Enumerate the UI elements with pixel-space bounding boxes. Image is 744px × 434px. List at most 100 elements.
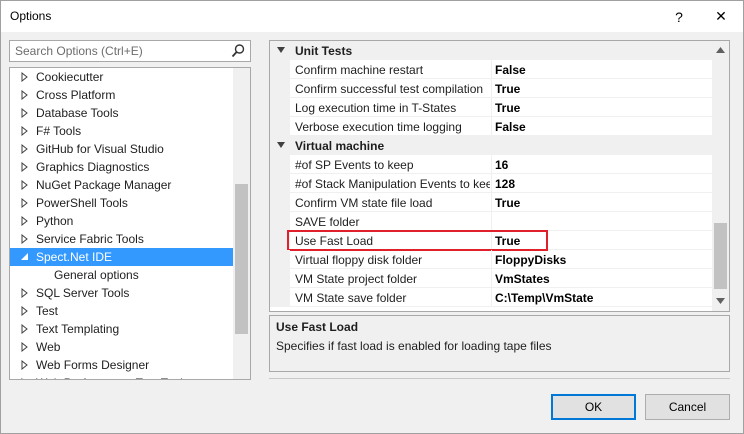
column-divider bbox=[491, 212, 492, 231]
tree-item[interactable]: Graphics Diagnostics bbox=[10, 158, 233, 176]
collapsed-arrow-icon[interactable] bbox=[21, 360, 29, 370]
collapsed-arrow-icon[interactable] bbox=[21, 234, 29, 244]
tree-item[interactable]: Database Tools bbox=[10, 104, 233, 122]
property-row[interactable]: Confirm machine restart False bbox=[270, 60, 713, 79]
tree-child-item[interactable]: General options bbox=[10, 266, 233, 284]
collapse-arrow-icon[interactable] bbox=[276, 141, 286, 149]
tree-item[interactable]: SQL Server Tools bbox=[10, 284, 233, 302]
tree-item-label: Web Performance Test Tools bbox=[36, 376, 189, 379]
tree-item[interactable]: Service Fabric Tools bbox=[10, 230, 233, 248]
tree-item[interactable]: Web Forms Designer bbox=[10, 356, 233, 374]
tree-item-label: Service Fabric Tools bbox=[36, 232, 144, 246]
collapsed-arrow-icon[interactable] bbox=[21, 324, 29, 334]
property-value[interactable]: FloppyDisks bbox=[495, 253, 566, 267]
highlight-box bbox=[287, 230, 548, 251]
property-value[interactable]: True bbox=[495, 82, 520, 96]
tree-scrollbar-thumb[interactable] bbox=[235, 184, 248, 334]
tree-item[interactable]: NuGet Package Manager bbox=[10, 176, 233, 194]
property-name[interactable]: #of SP Events to keep bbox=[295, 158, 490, 172]
grid-category[interactable]: Virtual machine bbox=[270, 136, 713, 155]
grid-scrollbar-thumb[interactable] bbox=[714, 223, 727, 289]
grid-category[interactable]: Unit Tests bbox=[270, 41, 713, 60]
property-value[interactable]: True bbox=[495, 196, 520, 210]
property-row[interactable]: Verbose execution time logging False bbox=[270, 117, 713, 136]
property-value[interactable]: 128 bbox=[495, 177, 515, 191]
cancel-button[interactable]: Cancel bbox=[645, 394, 730, 420]
property-value[interactable]: False bbox=[495, 63, 526, 77]
column-divider bbox=[491, 193, 492, 212]
property-row[interactable]: VM State save folder C:\Temp\VmState bbox=[270, 288, 713, 307]
collapsed-arrow-icon[interactable] bbox=[21, 288, 29, 298]
tree-item[interactable]: Web Performance Test Tools bbox=[10, 374, 233, 380]
property-name[interactable]: #of Stack Manipulation Events to keep bbox=[295, 177, 490, 191]
collapse-arrow-icon[interactable] bbox=[276, 46, 286, 54]
property-name[interactable]: VM State project folder bbox=[295, 272, 490, 286]
property-value[interactable]: True bbox=[495, 101, 520, 115]
property-value[interactable]: False bbox=[495, 120, 526, 134]
collapsed-arrow-icon[interactable] bbox=[21, 306, 29, 316]
row-gutter bbox=[270, 98, 290, 117]
tree-item[interactable]: Test bbox=[10, 302, 233, 320]
tree-item[interactable]: PowerShell Tools bbox=[10, 194, 233, 212]
options-tree[interactable]: Cookiecutter Cross Platform Database Tools… bbox=[9, 67, 251, 380]
collapsed-arrow-icon[interactable] bbox=[21, 198, 29, 208]
search-input[interactable] bbox=[10, 41, 226, 61]
property-name[interactable]: Confirm VM state file load bbox=[295, 196, 490, 210]
property-row[interactable]: #of SP Events to keep 16 bbox=[270, 155, 713, 174]
property-value[interactable]: VmStates bbox=[495, 272, 550, 286]
tree-item[interactable]: GitHub for Visual Studio bbox=[10, 140, 233, 158]
collapsed-arrow-icon[interactable] bbox=[21, 342, 29, 352]
tree-item-label: Cookiecutter bbox=[36, 70, 104, 84]
search-icon[interactable] bbox=[230, 43, 246, 59]
collapsed-arrow-icon[interactable] bbox=[21, 162, 29, 172]
property-name[interactable]: Log execution time in T-States bbox=[295, 101, 490, 115]
ok-button[interactable]: OK bbox=[551, 394, 636, 420]
property-row[interactable]: VM State project folder VmStates bbox=[270, 269, 713, 288]
search-box[interactable] bbox=[9, 40, 251, 62]
property-value[interactable]: 16 bbox=[495, 158, 508, 172]
collapsed-arrow-icon[interactable] bbox=[21, 90, 29, 100]
scroll-up-icon[interactable] bbox=[716, 47, 725, 53]
collapsed-arrow-icon[interactable] bbox=[21, 180, 29, 190]
property-name[interactable]: Virtual floppy disk folder bbox=[295, 253, 490, 267]
property-grid[interactable]: Unit Tests Confirm machine restart False Co… bbox=[269, 40, 730, 312]
category-label: Unit Tests bbox=[295, 44, 353, 58]
property-row[interactable]: SAVE folder bbox=[270, 212, 713, 231]
tree-item[interactable]: Python bbox=[10, 212, 233, 230]
close-button[interactable]: ✕ bbox=[701, 1, 741, 32]
scroll-down-icon[interactable] bbox=[716, 298, 725, 304]
property-row[interactable]: #of Stack Manipulation Events to keep 128 bbox=[270, 174, 713, 193]
tree-scrollbar[interactable] bbox=[233, 68, 250, 379]
collapsed-arrow-icon[interactable] bbox=[21, 126, 29, 136]
property-row[interactable]: Confirm successful test compilation True bbox=[270, 79, 713, 98]
property-name[interactable]: SAVE folder bbox=[295, 215, 490, 229]
description-title: Use Fast Load bbox=[276, 320, 359, 334]
tree-item[interactable]: Cross Platform bbox=[10, 86, 233, 104]
property-row[interactable]: Log execution time in T-States True bbox=[270, 98, 713, 117]
collapsed-arrow-icon[interactable] bbox=[21, 144, 29, 154]
column-divider bbox=[491, 174, 492, 193]
tree-item[interactable]: F# Tools bbox=[10, 122, 233, 140]
collapsed-arrow-icon[interactable] bbox=[21, 216, 29, 226]
collapsed-arrow-icon[interactable] bbox=[21, 378, 29, 380]
tree-item[interactable]: Text Templating bbox=[10, 320, 233, 338]
tree-item[interactable]: Spect.Net IDE bbox=[10, 248, 233, 266]
tree-item[interactable]: Cookiecutter bbox=[10, 68, 233, 86]
tree-item-label: Test bbox=[36, 304, 59, 318]
property-name[interactable]: Verbose execution time logging bbox=[295, 120, 490, 134]
row-gutter bbox=[270, 117, 290, 136]
column-divider bbox=[491, 98, 492, 117]
tree-item[interactable]: Web bbox=[10, 338, 233, 356]
property-name[interactable]: VM State save folder bbox=[295, 291, 490, 305]
property-name[interactable]: Confirm machine restart bbox=[295, 63, 490, 77]
property-name[interactable]: Confirm successful test compilation bbox=[295, 82, 490, 96]
property-row[interactable]: Virtual floppy disk folder FloppyDisks bbox=[270, 250, 713, 269]
expanded-arrow-icon[interactable] bbox=[21, 252, 29, 262]
grid-scrollbar[interactable] bbox=[712, 41, 729, 311]
collapsed-arrow-icon[interactable] bbox=[21, 108, 29, 118]
tree-item-label: SQL Server Tools bbox=[36, 286, 130, 300]
collapsed-arrow-icon[interactable] bbox=[21, 72, 29, 82]
property-value[interactable]: C:\Temp\VmState bbox=[495, 291, 593, 305]
help-button[interactable]: ? bbox=[659, 1, 699, 32]
property-row[interactable]: Confirm VM state file load True bbox=[270, 193, 713, 212]
